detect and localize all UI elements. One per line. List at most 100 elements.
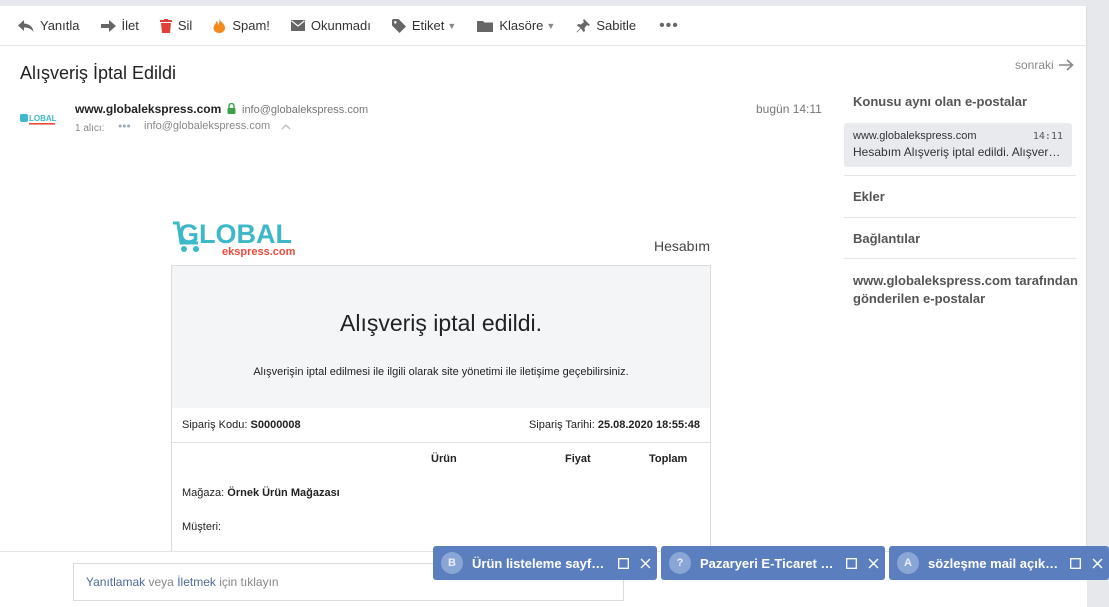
store-line: Mağaza: Örnek Ürün Mağazası: [182, 487, 340, 499]
forward-arrow-icon: [100, 19, 116, 32]
caret-down-icon: ▼: [447, 20, 457, 31]
divider: [844, 217, 1076, 218]
chip-controls: [607, 557, 657, 569]
chip-avatar: ?: [669, 552, 691, 574]
order-info-row: Sipariş Kodu: S0000008 Sipariş Tarihi: 2…: [172, 408, 710, 443]
divider: [844, 258, 1076, 259]
brand-sub-text: ekspress.com: [222, 246, 296, 257]
globalekspress-logo: GLOBAL ekspress.com: [173, 219, 296, 257]
minimized-draft-chip[interactable]: A sözleşme mail açıklaması: [889, 546, 1109, 580]
pin-icon: [576, 18, 591, 32]
delete-button[interactable]: Sil: [159, 6, 193, 46]
order-code-label: Sipariş Kodu:: [182, 419, 248, 431]
reply-or-text: veya: [148, 575, 174, 589]
tag-icon: [391, 18, 406, 33]
thread-from: www.globalekspress.com: [853, 130, 977, 142]
sender-logo: LOBAL: [20, 114, 57, 125]
chip-title: Ürün listeleme sayfası hakkında: [472, 555, 606, 571]
unread-label: Okunmadı: [310, 18, 371, 33]
lock-icon: [227, 103, 236, 114]
reply-label: Yanıtla: [40, 18, 80, 33]
folder-icon: [477, 20, 494, 32]
order-date-value: 25.08.2020 18:55:48: [597, 419, 700, 431]
mail-time: bugün 14:11: [756, 102, 822, 116]
flame-icon: [213, 18, 226, 33]
chip-controls: [835, 557, 885, 569]
more-button[interactable]: •••: [659, 6, 679, 46]
minimized-draft-chip[interactable]: ? Pazaryeri E-Ticaret Sistemi: [661, 546, 885, 580]
sent-by-heading[interactable]: www.globalekspress.com tarafından gönder…: [853, 272, 1078, 308]
chip-controls: [1059, 557, 1109, 569]
recipients-count: 1 alıcı:: [75, 123, 105, 134]
label-button[interactable]: Etiket ▼: [391, 6, 457, 46]
thread-item[interactable]: www.globalekspress.com 14:11 Hesabım Alı…: [844, 123, 1072, 167]
delete-label: Sil: [177, 18, 193, 33]
sender-email[interactable]: info@globalekspress.com: [242, 104, 368, 116]
chip-avatar: B: [441, 552, 463, 574]
recipient-avatar: ●●●: [118, 123, 131, 130]
reply-button[interactable]: Yanıtla: [18, 6, 80, 46]
card-title: Alışveriş iptal edildi.: [340, 310, 542, 336]
order-date: Sipariş Tarihi: 25.08.2020 18:55:48: [529, 419, 700, 431]
mail-window: Yanıtla İlet Sil Spam! Okunmadı Etiket ▼…: [0, 6, 1087, 607]
reply-link[interactable]: Yanıtlamak: [86, 575, 145, 589]
chip-title: sözleşme mail açıklaması: [928, 555, 1059, 571]
maximize-icon[interactable]: [618, 557, 629, 569]
forward-button[interactable]: İlet: [100, 6, 139, 46]
divider: [844, 175, 1076, 176]
spam-button[interactable]: Spam!: [213, 6, 270, 46]
move-to-folder-button[interactable]: Klasöre ▼: [477, 6, 555, 46]
maximize-icon[interactable]: [846, 557, 857, 569]
card-description: Alışverişin iptal edilmesi ile ilgili ol…: [253, 366, 629, 378]
caret-down-icon: ▼: [546, 20, 556, 31]
sent-by-line-2: gönderilen e-postalar: [853, 291, 986, 306]
customer-line: Müşteri:: [182, 521, 222, 533]
mail-subject: Alışveriş İptal Edildi: [20, 63, 177, 83]
forward-link[interactable]: İletmek: [177, 575, 216, 589]
next-label: sonraki: [1015, 58, 1054, 72]
sender-name[interactable]: www.globalekspress.com: [75, 102, 221, 116]
reply-suffix: için tıklayın: [219, 575, 279, 589]
pin-label: Sabitle: [596, 18, 637, 33]
toolbar: Yanıtla İlet Sil Spam! Okunmadı Etiket ▼…: [0, 6, 1087, 46]
column-price: Fiyat: [565, 453, 591, 465]
column-total: Toplam: [649, 453, 688, 465]
maximize-icon[interactable]: [1070, 557, 1081, 569]
reply-icon: [18, 19, 34, 32]
envelope-icon: [290, 20, 305, 31]
next-mail-link[interactable]: sonraki: [1015, 58, 1074, 72]
order-date-label: Sipariş Tarihi:: [528, 419, 595, 431]
spam-label: Spam!: [232, 18, 270, 33]
store-name: Örnek Ürün Mağazası: [227, 487, 340, 499]
mark-unread-button[interactable]: Okunmadı: [290, 6, 371, 46]
recipient-email[interactable]: info@globalekspress.com: [144, 120, 270, 132]
close-icon[interactable]: [1092, 558, 1103, 569]
folder-label: Klasöre: [499, 18, 544, 33]
chevron-up-icon[interactable]: [281, 123, 291, 130]
card-header: Alışveriş iptal edildi. Alışverişin ipta…: [172, 266, 710, 408]
order-card: Alışveriş iptal edildi. Alışverişin ipta…: [171, 265, 711, 565]
trash-icon: [159, 18, 172, 33]
label-label: Etiket: [411, 18, 445, 33]
order-code: Sipariş Kodu: S0000008: [182, 419, 301, 431]
column-product: Ürün: [431, 453, 457, 465]
arrow-right-icon: [1058, 59, 1074, 71]
forward-label: İlet: [121, 18, 139, 33]
thread-snippet: Hesabım Alışveriş iptal edildi. Alışveri…: [853, 145, 1063, 159]
store-label: Mağaza:: [182, 487, 225, 499]
attachments-heading[interactable]: Ekler: [853, 189, 885, 204]
account-link[interactable]: Hesabım: [654, 238, 710, 254]
minimized-draft-chip[interactable]: B Ürün listeleme sayfası hakkında: [433, 546, 657, 580]
brand-main-text: GLOBAL: [178, 219, 292, 249]
order-code-value: S0000008: [250, 419, 301, 431]
thread-time: 14:11: [1032, 131, 1063, 142]
same-subject-heading[interactable]: Konusu aynı olan e-postalar: [853, 94, 1027, 109]
pin-button[interactable]: Sabitle: [576, 6, 636, 46]
sent-by-line-1: www.globalekspress.com tarafından: [853, 273, 1078, 288]
svg-text:LOBAL: LOBAL: [29, 114, 57, 123]
chip-title: Pazaryeri E-Ticaret Sistemi: [700, 555, 834, 571]
close-icon[interactable]: [868, 558, 879, 569]
links-heading[interactable]: Bağlantılar: [853, 231, 920, 246]
chip-avatar: A: [897, 552, 919, 574]
close-icon[interactable]: [640, 558, 651, 569]
